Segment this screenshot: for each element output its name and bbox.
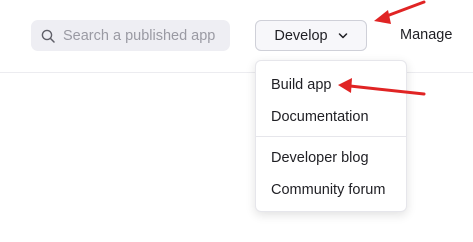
menu-item-community-forum[interactable]: Community forum	[271, 182, 385, 198]
menu-item-developer-blog[interactable]: Developer blog	[271, 150, 369, 166]
search-icon	[41, 29, 55, 43]
manage-link[interactable]: Manage	[400, 27, 452, 43]
develop-dropdown-menu: Build app Documentation Developer blog C…	[255, 60, 407, 212]
menu-item-documentation[interactable]: Documentation	[271, 109, 369, 125]
search-input[interactable]	[63, 27, 228, 44]
menu-divider	[256, 136, 406, 137]
chevron-down-icon	[338, 32, 348, 39]
develop-button-label: Develop	[274, 27, 328, 44]
search-box[interactable]	[31, 20, 230, 51]
menu-item-build-app[interactable]: Build app	[271, 77, 331, 93]
develop-button[interactable]: Develop	[255, 20, 367, 51]
